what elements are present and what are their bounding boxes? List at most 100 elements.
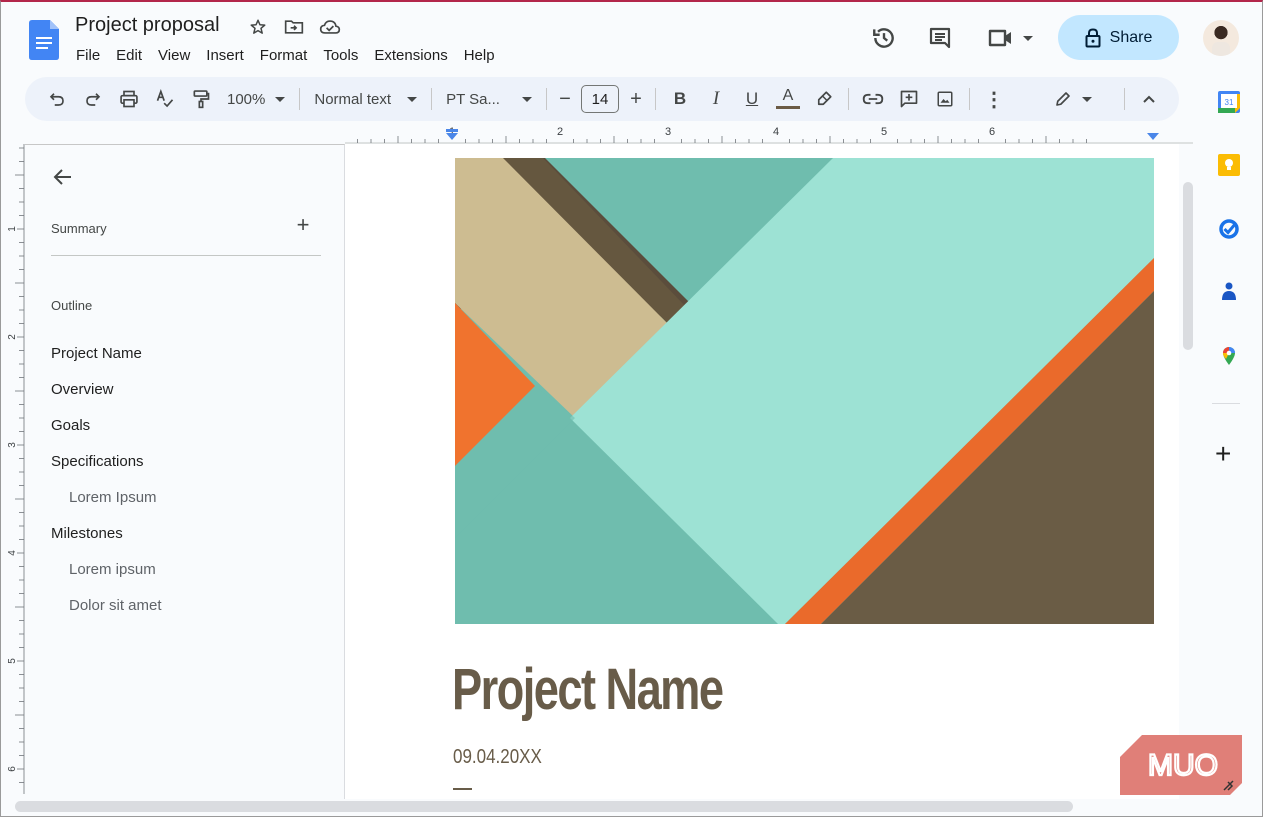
paragraph-style-dropdown[interactable]: Normal text [306,91,425,108]
text-color-button[interactable]: A [770,83,806,115]
spellcheck-button[interactable] [147,83,183,115]
menu-edit[interactable]: Edit [108,45,150,66]
vertical-scrollbar[interactable] [1183,182,1193,350]
version-history-icon[interactable] [870,24,898,52]
zoom-dropdown[interactable]: 100% [219,91,293,108]
underline-button[interactable]: U [734,83,770,115]
document-date[interactable]: 09.04.20XX [453,746,542,769]
toolbar-divider [545,88,547,110]
maps-icon[interactable] [1218,344,1240,366]
editing-mode-dropdown[interactable] [1046,90,1100,108]
link-icon [862,93,884,105]
add-comment-button[interactable] [891,83,927,115]
print-button[interactable] [111,83,147,115]
tasks-icon[interactable] [1218,218,1240,240]
document-page[interactable]: Project Name 09.04.20XX [345,144,1179,799]
get-add-ons-button[interactable]: + [1215,440,1231,468]
vertical-ruler[interactable]: 1 2 3 4 5 6 [5,144,25,794]
account-avatar[interactable] [1203,20,1239,56]
ruler-label: 6 [989,126,995,138]
zoom-value: 100% [227,90,266,108]
menu-extensions[interactable]: Extensions [366,45,455,66]
increase-font-size-button[interactable]: + [623,83,649,115]
decrease-font-size-button[interactable]: − [553,83,577,115]
horizontal-ruler[interactable]: 123456 [345,124,1193,144]
ruler-label: 3 [7,442,18,448]
insert-link-button[interactable] [855,83,891,115]
meet-icon[interactable] [986,24,1034,52]
add-comment-icon [900,90,918,108]
contacts-icon[interactable] [1218,280,1240,302]
menu-help[interactable]: Help [456,45,503,66]
menu-file[interactable]: File [68,45,108,66]
horizontal-scrollbar[interactable] [15,801,1073,812]
svg-text:31: 31 [1225,98,1234,107]
share-button[interactable]: Share [1058,15,1179,60]
undo-icon [49,93,64,106]
font-size-input[interactable]: 14 [580,85,619,113]
outline-item-specifications[interactable]: Specifications [51,443,162,479]
document-canvas: Project Name 09.04.20XX [345,144,1179,799]
redo-button[interactable] [75,83,111,115]
keep-icon[interactable] [1218,154,1240,176]
ruler-label: 5 [881,126,887,138]
hide-menus-button[interactable] [1131,83,1167,115]
style-caret-icon [407,96,418,102]
meet-dropdown-caret[interactable] [1023,35,1033,41]
bold-button[interactable]: B [662,83,698,115]
image-icon [937,91,953,107]
mode-caret-icon [1081,96,1092,102]
ruler-label: 4 [773,126,779,138]
italic-button[interactable]: I [698,83,734,115]
share-label: Share [1109,28,1153,46]
comments-icon[interactable] [926,24,954,52]
first-line-indent-marker[interactable] [446,129,458,132]
menu-insert[interactable]: Insert [198,45,252,66]
menu-bar: File Edit View Insert Format Tools Exten… [68,45,503,66]
highlighter-icon [817,91,832,106]
cover-image[interactable] [455,158,1154,624]
summary-heading: Summary [51,221,107,236]
outline-list: Project Name Overview Goals Specificatio… [51,335,162,623]
right-indent-marker[interactable] [1147,133,1159,140]
font-caret-icon [521,96,532,102]
outline-item-overview[interactable]: Overview [51,371,162,407]
calendar-icon[interactable]: 31 [1218,91,1240,113]
outline-item-project-name[interactable]: Project Name [51,335,162,371]
left-indent-marker[interactable] [446,133,458,140]
toolbar-divider [431,88,433,110]
text-color-swatch [775,106,800,109]
zoom-caret-icon [275,96,286,102]
font-family-dropdown[interactable]: PT Sa... [438,91,540,108]
spellcheck-icon [156,89,174,108]
side-panel: 31 + [1196,72,1262,816]
paragraph-style-value: Normal text [314,90,392,108]
ruler-label: 1 [7,226,18,232]
outline-item-lorem-ipsum-2[interactable]: Lorem ipsum [51,551,162,587]
close-outline-arrow-icon[interactable] [51,165,75,189]
menu-view[interactable]: View [150,45,198,66]
undo-button[interactable] [39,83,75,115]
move-folder-icon[interactable] [283,16,305,38]
add-summary-button[interactable]: + [293,214,313,236]
more-options-button[interactable]: ⋮ [976,83,1012,115]
outline-item-goals[interactable]: Goals [51,407,162,443]
ruler-label: 2 [557,126,563,138]
outline-item-dolor-sit-amet[interactable]: Dolor sit amet [51,587,162,623]
outline-item-milestones[interactable]: Milestones [51,515,162,551]
star-icon[interactable] [247,16,269,38]
svg-text:MUO: MUO [1148,749,1218,782]
document-title-heading[interactable]: Project Name [452,656,724,723]
highlight-color-button[interactable] [806,83,842,115]
cloud-saved-icon[interactable] [319,16,341,38]
paint-format-button[interactable] [183,83,219,115]
side-panel-divider [1212,403,1240,404]
outline-item-lorem-ipsum[interactable]: Lorem Ipsum [51,479,162,515]
document-title[interactable]: Project proposal [75,14,220,37]
toolbar-divider [968,88,970,110]
sidebar-divider [51,255,321,256]
menu-tools[interactable]: Tools [315,45,366,66]
menu-format[interactable]: Format [252,45,316,66]
insert-image-button[interactable] [927,83,963,115]
docs-logo-icon[interactable] [29,20,59,60]
